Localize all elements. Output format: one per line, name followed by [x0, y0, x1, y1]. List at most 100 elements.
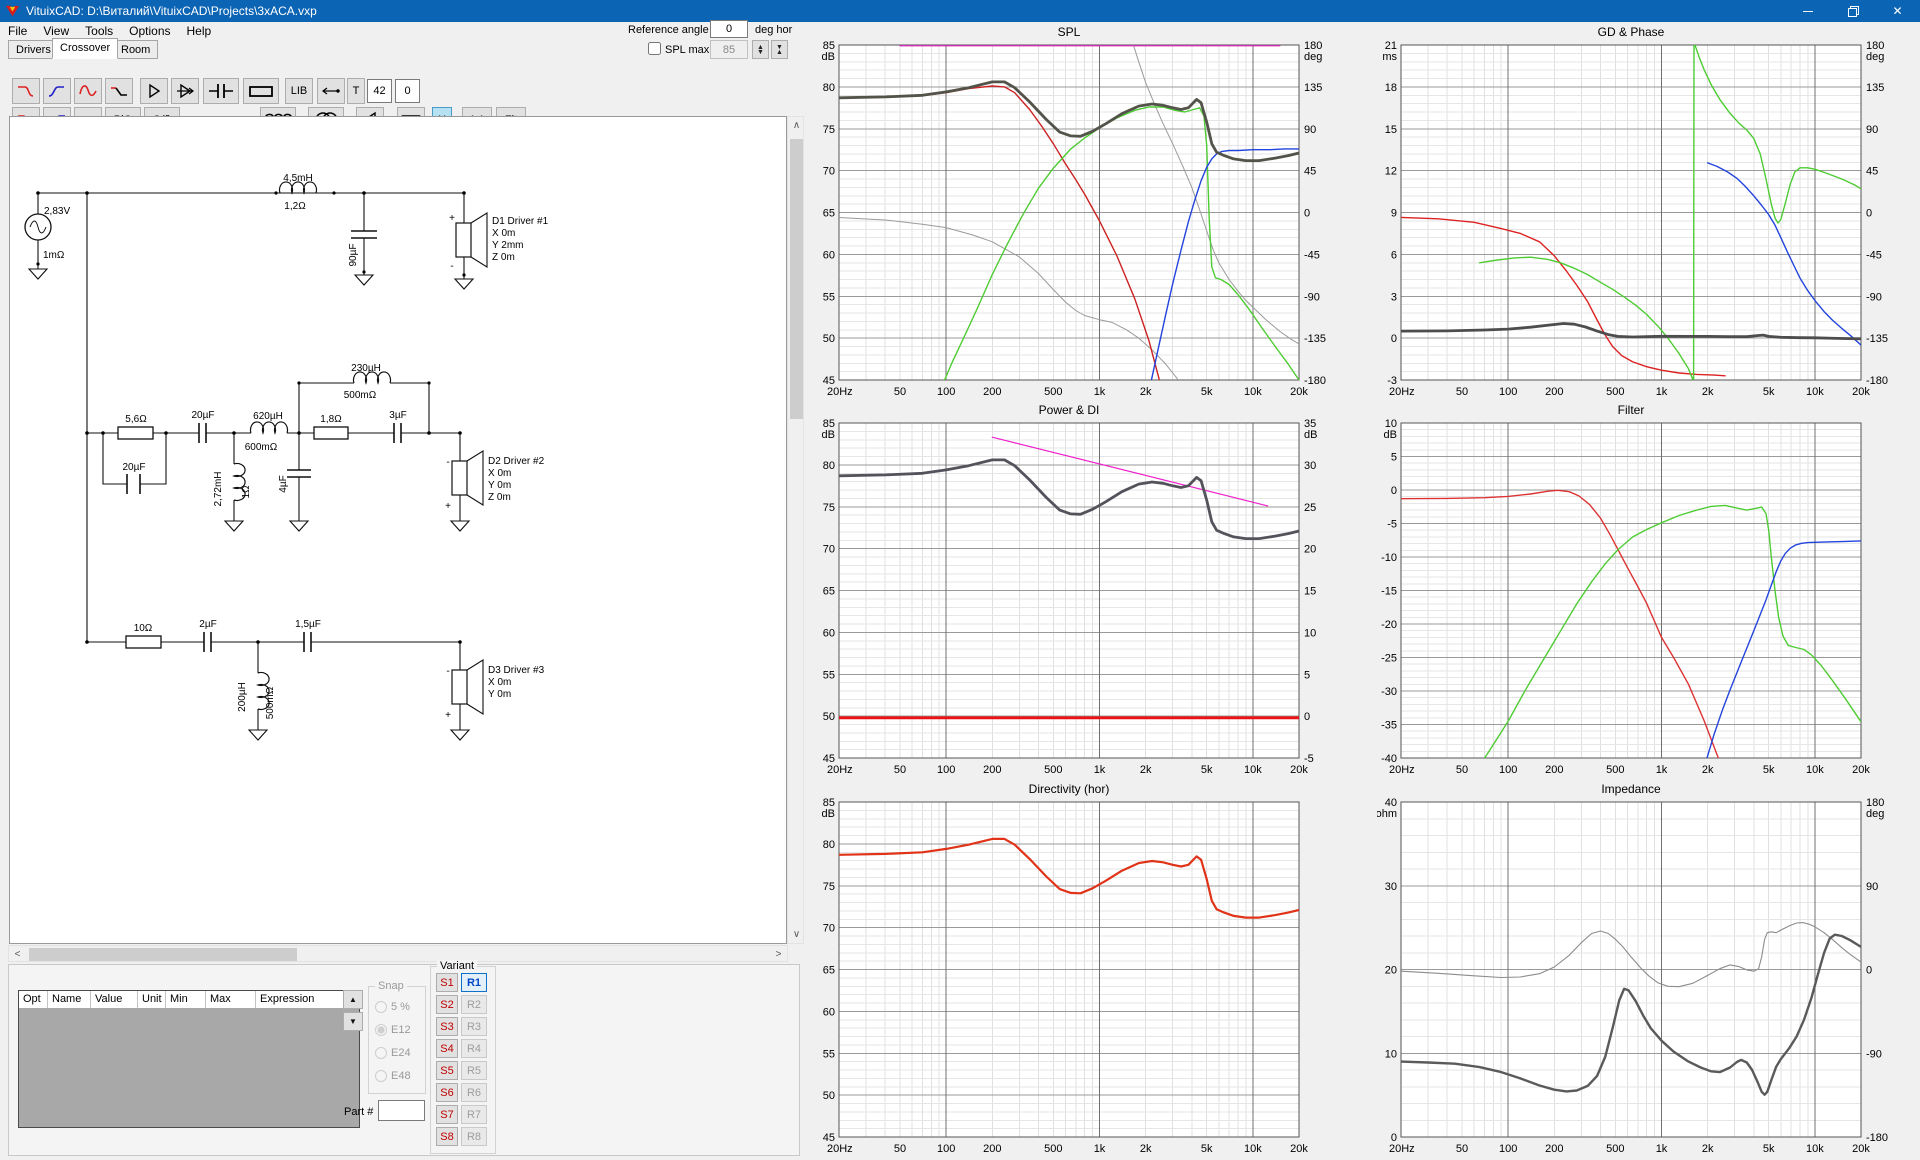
variant-s1-button[interactable]: S1: [436, 973, 458, 992]
buffer-block-button[interactable]: [140, 78, 168, 104]
svg-text:20: 20: [1385, 965, 1397, 977]
rotation-input[interactable]: 0: [395, 79, 420, 103]
svg-text:ohm: ohm: [1377, 808, 1397, 820]
amplifier-block-button[interactable]: [171, 78, 199, 104]
wire-button[interactable]: [317, 78, 345, 104]
svg-text:60: 60: [823, 249, 835, 261]
b3-lsh-r: 500mΩ: [265, 686, 276, 719]
svg-text:ms: ms: [1382, 51, 1397, 63]
svg-text:80: 80: [823, 460, 835, 472]
schematic-vscrollbar[interactable]: ∧ ∨: [787, 116, 804, 944]
svg-text:10k: 10k: [1244, 386, 1262, 398]
variant-s8-button[interactable]: S8: [436, 1127, 458, 1146]
svg-text:30: 30: [1304, 460, 1316, 472]
variant-r3-button: R3: [461, 1017, 487, 1036]
text-tool-button[interactable]: T: [347, 78, 365, 104]
svg-text:10k: 10k: [1806, 764, 1824, 776]
minimize-button[interactable]: [1785, 0, 1830, 22]
variant-s4-button[interactable]: S4: [436, 1039, 458, 1058]
menu-tools[interactable]: Tools: [77, 23, 121, 39]
menu-view[interactable]: View: [35, 23, 77, 39]
svg-text:55: 55: [823, 1048, 835, 1060]
lowpass-block-button[interactable]: [12, 78, 40, 104]
chart-canvas-2: Power & DI85dB807570656055504535dB302520…: [815, 400, 1372, 776]
row-down-button[interactable]: ▼: [343, 1012, 363, 1031]
scroll-right-icon[interactable]: >: [770, 946, 787, 963]
svg-text:dB: dB: [822, 808, 835, 820]
fit-y-button[interactable]: ▼▲: [771, 40, 788, 59]
resistor-button[interactable]: [243, 78, 279, 104]
menu-options[interactable]: Options: [121, 23, 178, 39]
variant-title: Variant: [437, 960, 477, 972]
svg-text:50: 50: [1456, 764, 1468, 776]
reference-angle-input[interactable]: 0: [710, 20, 748, 38]
menu-file[interactable]: File: [0, 23, 35, 39]
schematic-hscrollbar[interactable]: < >: [8, 945, 788, 962]
svg-text:25: 25: [1304, 502, 1316, 514]
schematic-drawing: 2,83V 1mΩ 4,5mH 1,2Ω 90µF + - D1 Driver …: [10, 117, 786, 943]
svg-text:100: 100: [937, 764, 955, 776]
shelf-block-button[interactable]: [105, 78, 133, 104]
close-button[interactable]: ✕: [1875, 0, 1920, 22]
d2-x: X 0m: [488, 468, 511, 479]
spl-max-checkbox[interactable]: [648, 42, 661, 55]
vituixcad-window: VituixCAD: D:\Виталий\VituixCAD\Projects…: [0, 0, 1920, 1160]
hscroll-thumb[interactable]: [29, 948, 297, 961]
variant-s7-button[interactable]: S7: [436, 1105, 458, 1124]
svg-text:500: 500: [1044, 764, 1062, 776]
grid-size-input[interactable]: 42: [367, 79, 392, 103]
d1-x: X 0m: [492, 228, 515, 239]
snap-group: Snap 5 % E12 E24 E48: [368, 986, 426, 1094]
tab-room[interactable]: Room: [113, 40, 158, 59]
svg-text:2k: 2k: [1702, 1143, 1714, 1155]
svg-text:1k: 1k: [1094, 764, 1106, 776]
restore-button[interactable]: [1830, 0, 1875, 22]
svg-text:90: 90: [1304, 124, 1316, 136]
variant-s5-button[interactable]: S5: [436, 1061, 458, 1080]
svg-text:5k: 5k: [1763, 764, 1775, 776]
svg-text:70: 70: [823, 544, 835, 556]
schematic-canvas[interactable]: 2,83V 1mΩ 4,5mH 1,2Ω 90µF + - D1 Driver …: [9, 116, 787, 944]
vscroll-thumb[interactable]: [790, 139, 803, 419]
variant-s6-button[interactable]: S6: [436, 1083, 458, 1102]
chart-canvas-1: GD & Phase21ms1815129630-3180deg13590450…: [1377, 22, 1920, 398]
scroll-up-icon[interactable]: ∧: [788, 117, 805, 134]
variant-r4-button: R4: [461, 1039, 487, 1058]
svg-text:1k: 1k: [1656, 386, 1668, 398]
d1-y: Y 2mm: [492, 240, 524, 251]
svg-text:20Hz: 20Hz: [1389, 764, 1415, 776]
svg-text:Power & DI: Power & DI: [1039, 403, 1100, 417]
svg-text:10k: 10k: [1806, 386, 1824, 398]
c1-value: 90µF: [348, 244, 359, 267]
spl-spin-button[interactable]: ▲▼: [752, 40, 769, 59]
scroll-left-icon[interactable]: <: [9, 946, 26, 963]
variant-r1-button[interactable]: R1: [461, 973, 487, 992]
menu-help[interactable]: Help: [179, 23, 220, 39]
d2-name: D2 Driver #2: [488, 456, 545, 467]
svg-text:0: 0: [1304, 711, 1310, 723]
resistor-icon: [247, 82, 275, 100]
variant-s3-button[interactable]: S3: [436, 1017, 458, 1036]
library-button[interactable]: LIB: [285, 78, 313, 104]
svg-text:20k: 20k: [1852, 764, 1870, 776]
bandpass-block-button[interactable]: [74, 78, 102, 104]
row-up-button[interactable]: ▲: [343, 990, 363, 1009]
d2-minus: -: [446, 457, 449, 468]
optimizer-table-body[interactable]: [18, 1008, 360, 1128]
buffer-icon: [144, 82, 164, 100]
capacitor-button[interactable]: [203, 78, 239, 104]
part-number-input[interactable]: [378, 1100, 425, 1121]
svg-text:45: 45: [1866, 166, 1878, 178]
svg-text:65: 65: [823, 586, 835, 598]
snap-5pct-radio: [375, 1001, 387, 1013]
tab-crossover[interactable]: Crossover: [52, 38, 118, 59]
wire-icon: [321, 82, 341, 100]
spl-max-input: 85: [710, 40, 748, 59]
d2-plus: +: [445, 501, 451, 512]
svg-text:5k: 5k: [1763, 1143, 1775, 1155]
scroll-down-icon[interactable]: ∨: [788, 926, 805, 943]
svg-text:75: 75: [823, 502, 835, 514]
variant-s2-button[interactable]: S2: [436, 995, 458, 1014]
svg-text:-45: -45: [1304, 249, 1320, 261]
highpass-block-button[interactable]: [43, 78, 71, 104]
